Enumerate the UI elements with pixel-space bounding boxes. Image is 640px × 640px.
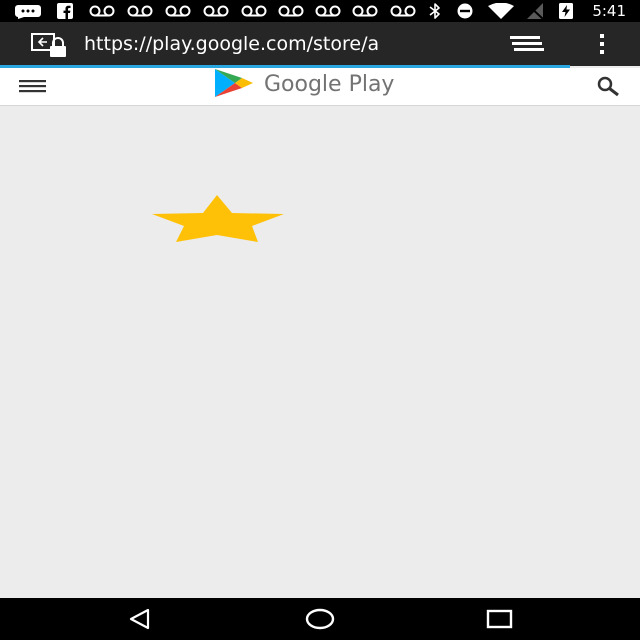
menu-icon[interactable] xyxy=(19,79,47,93)
page-content xyxy=(0,106,640,598)
voicemail-icon xyxy=(278,5,304,17)
app-header: Google Play xyxy=(0,68,640,106)
system-nav-bar xyxy=(0,598,640,640)
voicemail-icon xyxy=(315,5,341,17)
site-security-icon[interactable] xyxy=(30,32,72,58)
brand-name[interactable]: Google Play xyxy=(264,71,394,99)
bluetooth-icon xyxy=(429,3,440,19)
voicemail-icon xyxy=(241,5,267,17)
no-signal-icon xyxy=(526,3,544,19)
voicemail-icon xyxy=(89,5,115,17)
star-icon xyxy=(152,195,284,242)
status-bar: 5:41 xyxy=(0,0,640,22)
recents-button[interactable] xyxy=(486,607,514,631)
home-button[interactable] xyxy=(304,607,336,631)
voicemail-icon xyxy=(203,5,229,17)
search-icon[interactable] xyxy=(596,75,622,97)
voicemail-icon xyxy=(127,5,153,17)
tabs-icon[interactable] xyxy=(508,34,546,54)
url-field[interactable]: https://play.google.com/store/a xyxy=(84,32,484,56)
facebook-icon xyxy=(57,3,73,19)
status-time: 5:41 xyxy=(592,2,626,20)
voicemail-icon xyxy=(165,5,191,17)
wifi-icon xyxy=(488,3,514,19)
more-vert-icon[interactable] xyxy=(596,33,608,55)
back-button[interactable] xyxy=(126,607,154,631)
voicemail-icon xyxy=(390,5,416,17)
browser-toolbar: https://play.google.com/store/a xyxy=(0,22,640,66)
message-icon xyxy=(15,5,41,19)
google-play-logo-icon[interactable] xyxy=(213,68,255,98)
do-not-disturb-icon xyxy=(457,3,473,19)
voicemail-icon xyxy=(352,5,378,17)
battery-charging-icon xyxy=(559,3,573,19)
